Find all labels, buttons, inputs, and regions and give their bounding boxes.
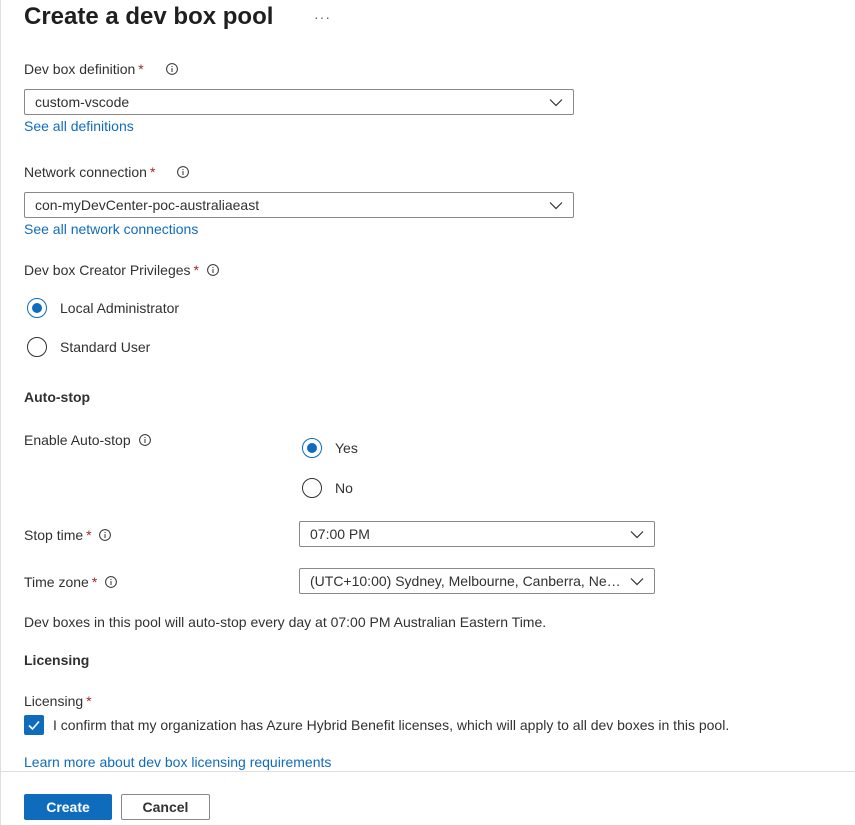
required-marker: *: [91, 574, 98, 590]
chevron-down-icon: [549, 202, 563, 210]
radio-auto-stop-yes[interactable]: Yes: [302, 438, 358, 458]
see-all-definitions-link[interactable]: See all definitions: [24, 118, 134, 134]
time-zone-value: (UTC+10:00) Sydney, Melbourne, Canberra,…: [310, 573, 622, 589]
cancel-button[interactable]: Cancel: [121, 794, 210, 820]
learn-more-licensing-link[interactable]: Learn more about dev box licensing requi…: [24, 754, 331, 770]
enable-auto-stop-label-text: Enable Auto-stop: [24, 432, 131, 448]
licensing-label: Licensing *: [24, 693, 92, 709]
radio-label: Standard User: [60, 339, 151, 355]
time-zone-label: Time zone *: [24, 574, 118, 590]
radio-button-checked[interactable]: [27, 298, 47, 318]
auto-stop-section-title: Auto-stop: [24, 389, 91, 405]
checkmark-icon: [28, 720, 40, 731]
info-icon[interactable]: [165, 63, 178, 75]
licensing-label-text: Licensing: [24, 693, 84, 709]
network-connection-value: con-myDevCenter-poc-australiaeast: [35, 197, 260, 213]
radio-button-checked[interactable]: [302, 438, 322, 458]
info-icon[interactable]: [99, 529, 112, 541]
stop-time-value: 07:00 PM: [310, 526, 370, 542]
required-marker: *: [193, 262, 199, 278]
network-connection-label-text: Network connection: [24, 164, 147, 180]
stop-time-label: Stop time *: [24, 527, 112, 543]
licensing-checkbox[interactable]: [24, 715, 44, 735]
network-connection-dropdown[interactable]: con-myDevCenter-poc-australiaeast: [24, 192, 574, 218]
footer-divider: [0, 771, 855, 772]
creator-privileges-label: Dev box Creator Privileges *: [24, 262, 219, 278]
licensing-section-title: Licensing: [24, 652, 90, 668]
required-marker: *: [149, 164, 156, 180]
info-icon[interactable]: [177, 166, 190, 178]
required-marker: *: [86, 693, 92, 709]
see-all-network-connections-link[interactable]: See all network connections: [24, 221, 198, 237]
dev-box-definition-value: custom-vscode: [35, 94, 130, 110]
radio-button[interactable]: [27, 337, 47, 357]
page-title: Create a dev box pool: [24, 3, 274, 30]
creator-privileges-label-text: Dev box Creator Privileges: [24, 262, 191, 278]
required-marker: *: [138, 61, 144, 77]
auto-stop-summary: Dev boxes in this pool will auto-stop ev…: [24, 614, 547, 630]
info-icon[interactable]: [105, 576, 118, 588]
stop-time-label-text: Stop time: [24, 527, 84, 543]
radio-local-administrator[interactable]: Local Administrator: [27, 298, 179, 318]
radio-button[interactable]: [302, 478, 322, 498]
create-button[interactable]: Create: [24, 794, 112, 820]
time-zone-label-text: Time zone: [24, 574, 89, 590]
chevron-down-icon: [630, 578, 644, 586]
more-options-button[interactable]: ···: [314, 9, 331, 25]
radio-auto-stop-no[interactable]: No: [302, 478, 353, 498]
stop-time-dropdown[interactable]: 07:00 PM: [299, 521, 655, 547]
chevron-down-icon: [630, 531, 644, 539]
dev-box-definition-dropdown[interactable]: custom-vscode: [24, 89, 574, 115]
time-zone-dropdown[interactable]: (UTC+10:00) Sydney, Melbourne, Canberra,…: [299, 568, 655, 594]
panel-left-border: [0, 0, 1, 825]
licensing-confirm-text: I confirm that my organization has Azure…: [53, 717, 730, 733]
enable-auto-stop-label: Enable Auto-stop: [24, 432, 151, 448]
required-marker: *: [86, 527, 92, 543]
radio-label: Local Administrator: [60, 300, 180, 316]
radio-label: No: [335, 480, 353, 496]
info-icon[interactable]: [138, 434, 151, 446]
dev-box-definition-label-text: Dev box definition: [24, 61, 136, 77]
radio-label: Yes: [335, 440, 358, 456]
info-icon[interactable]: [206, 264, 219, 276]
radio-standard-user[interactable]: Standard User: [27, 337, 150, 357]
network-connection-label: Network connection *: [24, 164, 190, 180]
chevron-down-icon: [549, 99, 563, 107]
dev-box-definition-label: Dev box definition *: [24, 61, 178, 77]
